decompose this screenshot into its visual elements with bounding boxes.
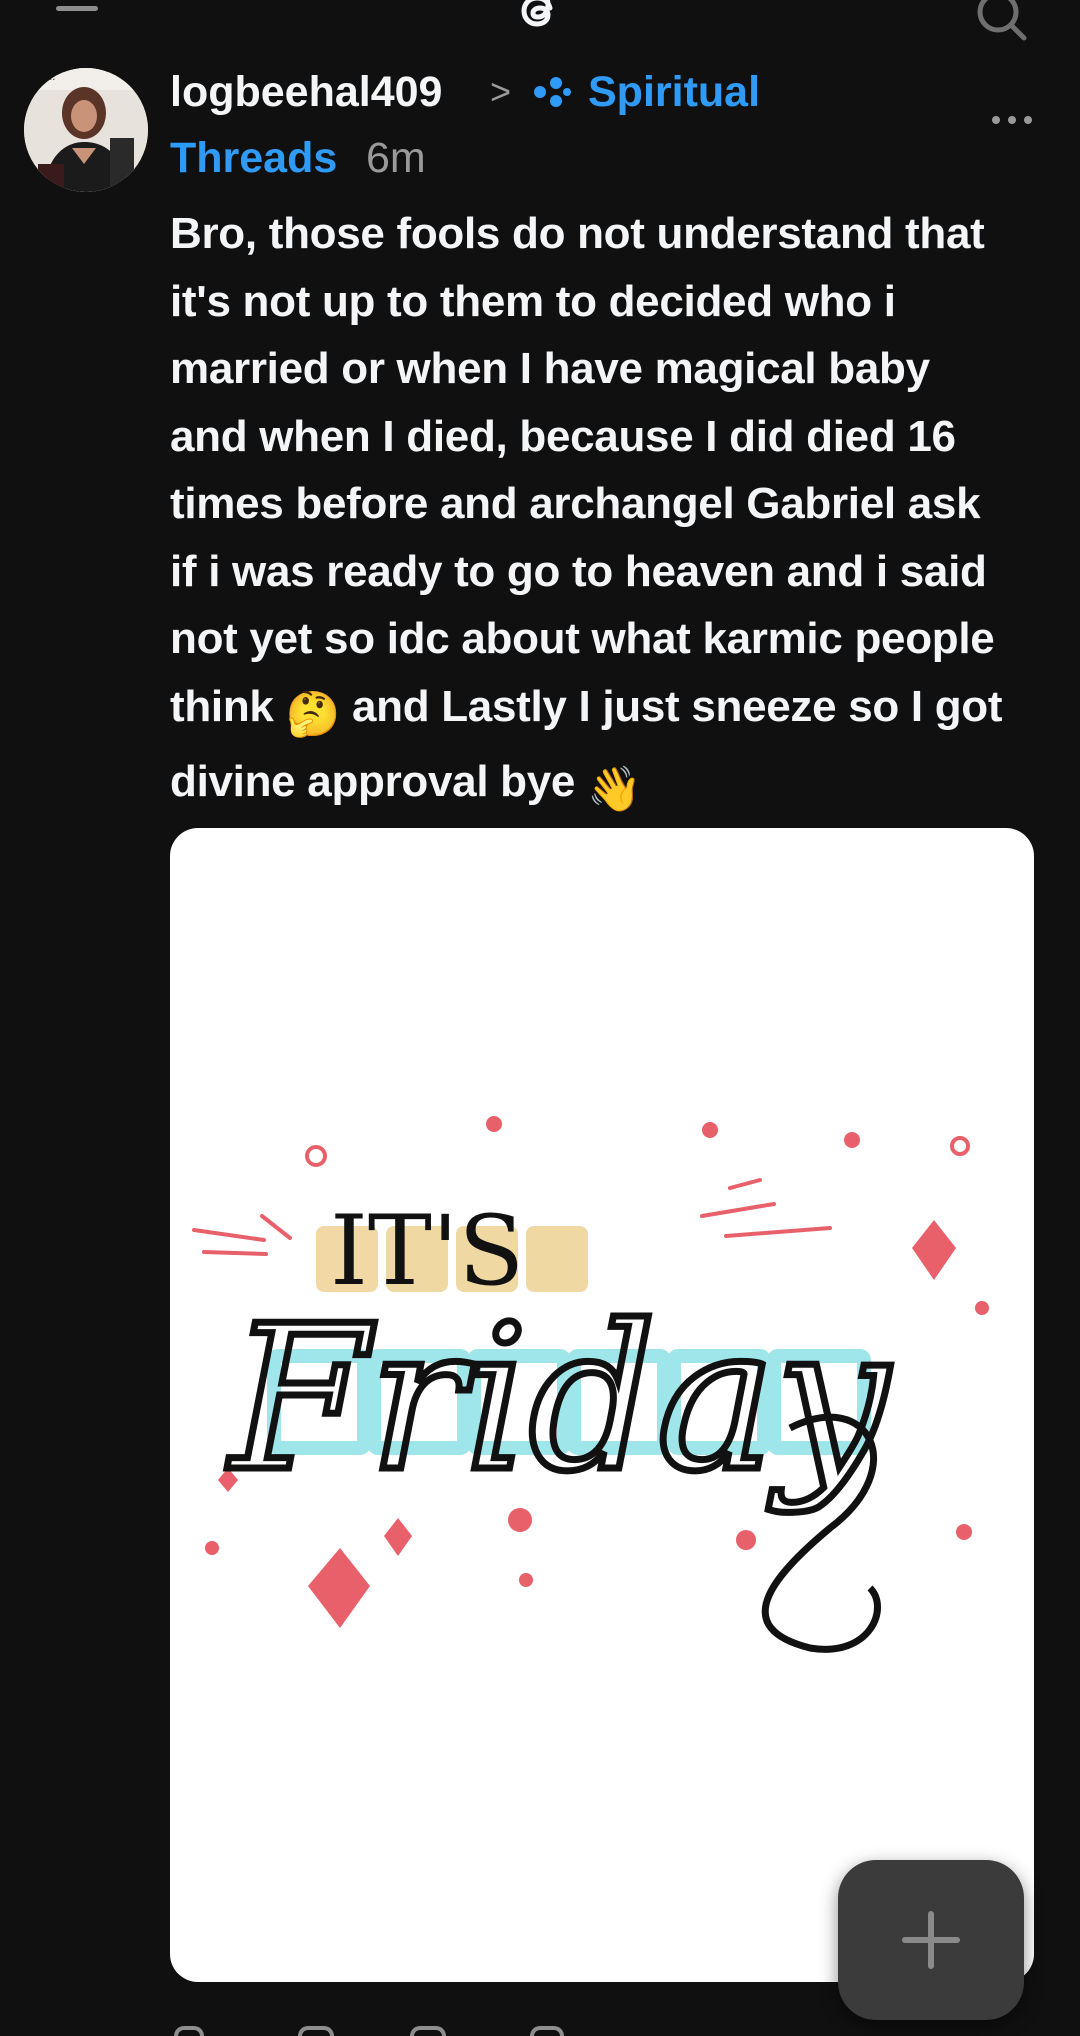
post-text-line: times before and archangel Gabriel ask [170,479,981,528]
top-app-bar [0,0,1080,46]
threads-logo-icon[interactable] [506,0,570,42]
thinking-face-emoji: 🤔 [285,689,341,739]
image-word-friday: Friday [226,1283,892,1516]
community-topic-icon [534,77,571,107]
post-text-line: Bro, those fools do not understand that [170,209,985,258]
svg-text:.. . ...: .. . ... [30,72,55,83]
repost-icon[interactable] [410,2026,446,2036]
post-text-line: not yet so idc about what karmic people [170,614,995,663]
avatar[interactable]: .. . ... [24,68,148,192]
its-friday-illustration: IT'S Friday [192,1116,989,1653]
post-text-line: it's not up to them to decided who i [170,276,896,326]
like-icon[interactable] [174,2026,204,2036]
search-icon[interactable] [970,0,1032,46]
waving-hand-emoji: 👋 [587,765,642,814]
post-timestamp: 6m [366,134,426,182]
post-text-line: married or when I have magical baby [170,344,930,393]
topic-tag-link[interactable]: Spiritual [588,64,760,120]
post-text-line: think 🤔 and Lastly I just sneeze so I go… [170,673,1050,749]
share-icon[interactable] [530,2026,564,2036]
compose-button[interactable] [838,1860,1024,2020]
post-body-text: Bro, those fools do not understand that … [170,200,1050,824]
post-text-fragment: and Lastly I just sneeze so I got [351,681,1003,731]
hamburger-menu-icon[interactable] [56,0,98,32]
post-text-fragment: divine approval bye [170,757,576,806]
more-options-icon[interactable] [990,114,1034,126]
reply-icon[interactable] [298,2026,334,2036]
breadcrumb-separator: > [490,71,512,112]
post-text-line: divine approval bye 👋 [170,748,1050,824]
post-text-line: if i was ready to go to heaven and i sai… [170,546,987,596]
post-text-line: and when I died, because I did died 16 [170,411,956,461]
post-action-row [170,2020,620,2036]
post-image[interactable]: IT'S Friday [170,828,1034,1982]
username-link[interactable]: logbeehal409 [170,64,442,120]
post-text-fragment: think [170,681,274,731]
topic-tag-link-continued[interactable]: Threads [170,130,337,186]
avatar-photo: .. . ... [24,68,148,192]
plus-icon [902,1911,960,1969]
